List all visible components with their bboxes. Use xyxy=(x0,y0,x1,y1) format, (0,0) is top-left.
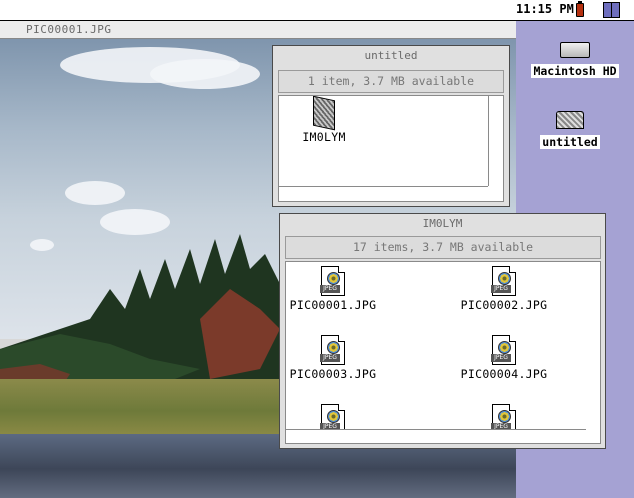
disk-icon xyxy=(556,111,584,129)
untitled-window[interactable]: untitled 1 item, 3.7 MB available IM0LYM xyxy=(272,45,510,207)
folder-icon xyxy=(313,96,335,131)
file-label: PIC00002.JPG xyxy=(460,298,548,312)
horizontal-scrollbar[interactable] xyxy=(279,186,488,201)
file-item[interactable]: JPEG PIC00002.JPG xyxy=(449,266,559,312)
finder-icon[interactable] xyxy=(603,2,620,18)
desktop-icon-label: Macintosh HD xyxy=(531,64,619,78)
folder-item[interactable]: IM0LYM xyxy=(279,96,379,144)
jpeg-file-icon: JPEG xyxy=(491,335,516,365)
file-item[interactable]: JPEG PIC00003.JPG xyxy=(286,335,388,381)
window-content: IM0LYM xyxy=(278,95,504,202)
battery-icon[interactable] xyxy=(576,1,584,17)
hard-drive-icon xyxy=(560,42,590,58)
photo-window-title-bar[interactable]: PIC00001.JPG xyxy=(0,21,516,39)
window-info-bar: 1 item, 3.7 MB available xyxy=(278,70,504,93)
desktop-icon-macintosh-hd[interactable]: Macintosh HD xyxy=(520,42,630,79)
window-info-bar: 17 items, 3.7 MB available xyxy=(285,236,601,259)
jpeg-file-icon: JPEG xyxy=(491,266,516,296)
file-label: PIC00001.JPG xyxy=(289,298,377,312)
file-item[interactable]: JPEG PIC00004.JPG xyxy=(449,335,559,381)
jpeg-file-icon: JPEG xyxy=(320,335,345,365)
window-content: JPEG PIC00001.JPG JPEG PIC00002.JPG JPEG… xyxy=(285,261,601,444)
window-title[interactable]: IM0LYM xyxy=(280,214,605,233)
file-label: PIC00004.JPG xyxy=(460,367,548,381)
imolym-window[interactable]: IM0LYM 17 items, 3.7 MB available JPEG P… xyxy=(279,213,606,449)
desktop-icon-label: untitled xyxy=(540,135,600,149)
file-label: PIC00003.JPG xyxy=(289,367,377,381)
window-title[interactable]: untitled xyxy=(273,46,509,65)
menu-clock[interactable]: 11:15 PM xyxy=(516,2,574,16)
file-label: IM0LYM xyxy=(302,130,346,144)
jpeg-file-icon: JPEG xyxy=(320,266,345,296)
photo-window-title: PIC00001.JPG xyxy=(26,23,112,36)
horizontal-scrollbar[interactable] xyxy=(286,429,586,443)
file-item[interactable]: JPEG PIC00001.JPG xyxy=(286,266,388,312)
menu-bar: 11:15 PM xyxy=(0,0,634,21)
vertical-scrollbar[interactable] xyxy=(488,96,503,186)
desktop-icon-untitled[interactable]: untitled xyxy=(515,111,625,150)
